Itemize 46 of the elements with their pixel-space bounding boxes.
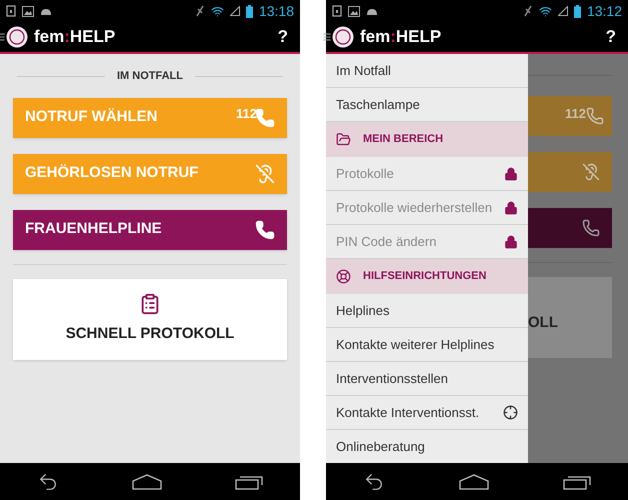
quick-protocol-card[interactable]: SCHNELL PROTOKOLL bbox=[13, 278, 287, 360]
logo-icon[interactable] bbox=[6, 26, 28, 48]
ear-icon bbox=[582, 163, 600, 181]
recent-apps-icon[interactable] bbox=[235, 474, 264, 490]
phone-icon bbox=[255, 220, 275, 240]
battery-icon bbox=[574, 4, 581, 18]
lock-icon bbox=[504, 234, 518, 248]
download-icon bbox=[6, 5, 16, 17]
battery-icon bbox=[246, 4, 253, 18]
wifi-icon bbox=[538, 4, 552, 18]
emergency-button[interactable]: FRAUENHELPLINE bbox=[13, 210, 287, 250]
signal-icon bbox=[558, 6, 568, 16]
download-icon bbox=[332, 5, 342, 17]
phone-icon bbox=[255, 108, 275, 128]
recent-apps-icon[interactable] bbox=[563, 474, 591, 490]
app-title: fem:HELP bbox=[34, 26, 116, 48]
app-title: fem:HELP bbox=[360, 26, 442, 48]
image-icon bbox=[348, 6, 360, 16]
wifi-icon bbox=[210, 4, 224, 18]
lifebuoy-icon bbox=[336, 269, 351, 284]
phone-icon bbox=[586, 107, 604, 125]
signal-icon bbox=[230, 6, 240, 16]
card-text: OLL bbox=[528, 313, 558, 334]
lock-icon bbox=[504, 166, 518, 180]
notification-icon bbox=[194, 5, 205, 17]
phone-icon bbox=[582, 219, 600, 237]
notification-icon bbox=[522, 5, 533, 17]
section-label: HILFSEINRICHTUNGEN bbox=[363, 269, 486, 284]
home-icon[interactable] bbox=[459, 474, 489, 490]
status-time: 13:18 bbox=[258, 2, 294, 20]
section-label: MEIN BEREICH bbox=[363, 132, 444, 148]
menu-icon[interactable] bbox=[322, 32, 332, 42]
image-icon bbox=[22, 6, 34, 16]
home-icon[interactable] bbox=[132, 474, 162, 490]
ear-icon bbox=[255, 164, 275, 184]
help-button[interactable]: ? bbox=[278, 24, 288, 50]
number-label: 112 bbox=[565, 105, 586, 124]
lock-icon bbox=[504, 200, 518, 214]
logo-icon[interactable] bbox=[332, 26, 354, 48]
locate-icon bbox=[503, 405, 518, 420]
section-title: IM NOTFALL bbox=[117, 69, 183, 84]
status-time: 13:12 bbox=[586, 2, 622, 20]
folder-icon bbox=[336, 132, 351, 147]
number-label: 112 bbox=[236, 104, 257, 122]
help-button[interactable]: ? bbox=[606, 24, 616, 50]
clipboard-icon bbox=[139, 292, 161, 315]
